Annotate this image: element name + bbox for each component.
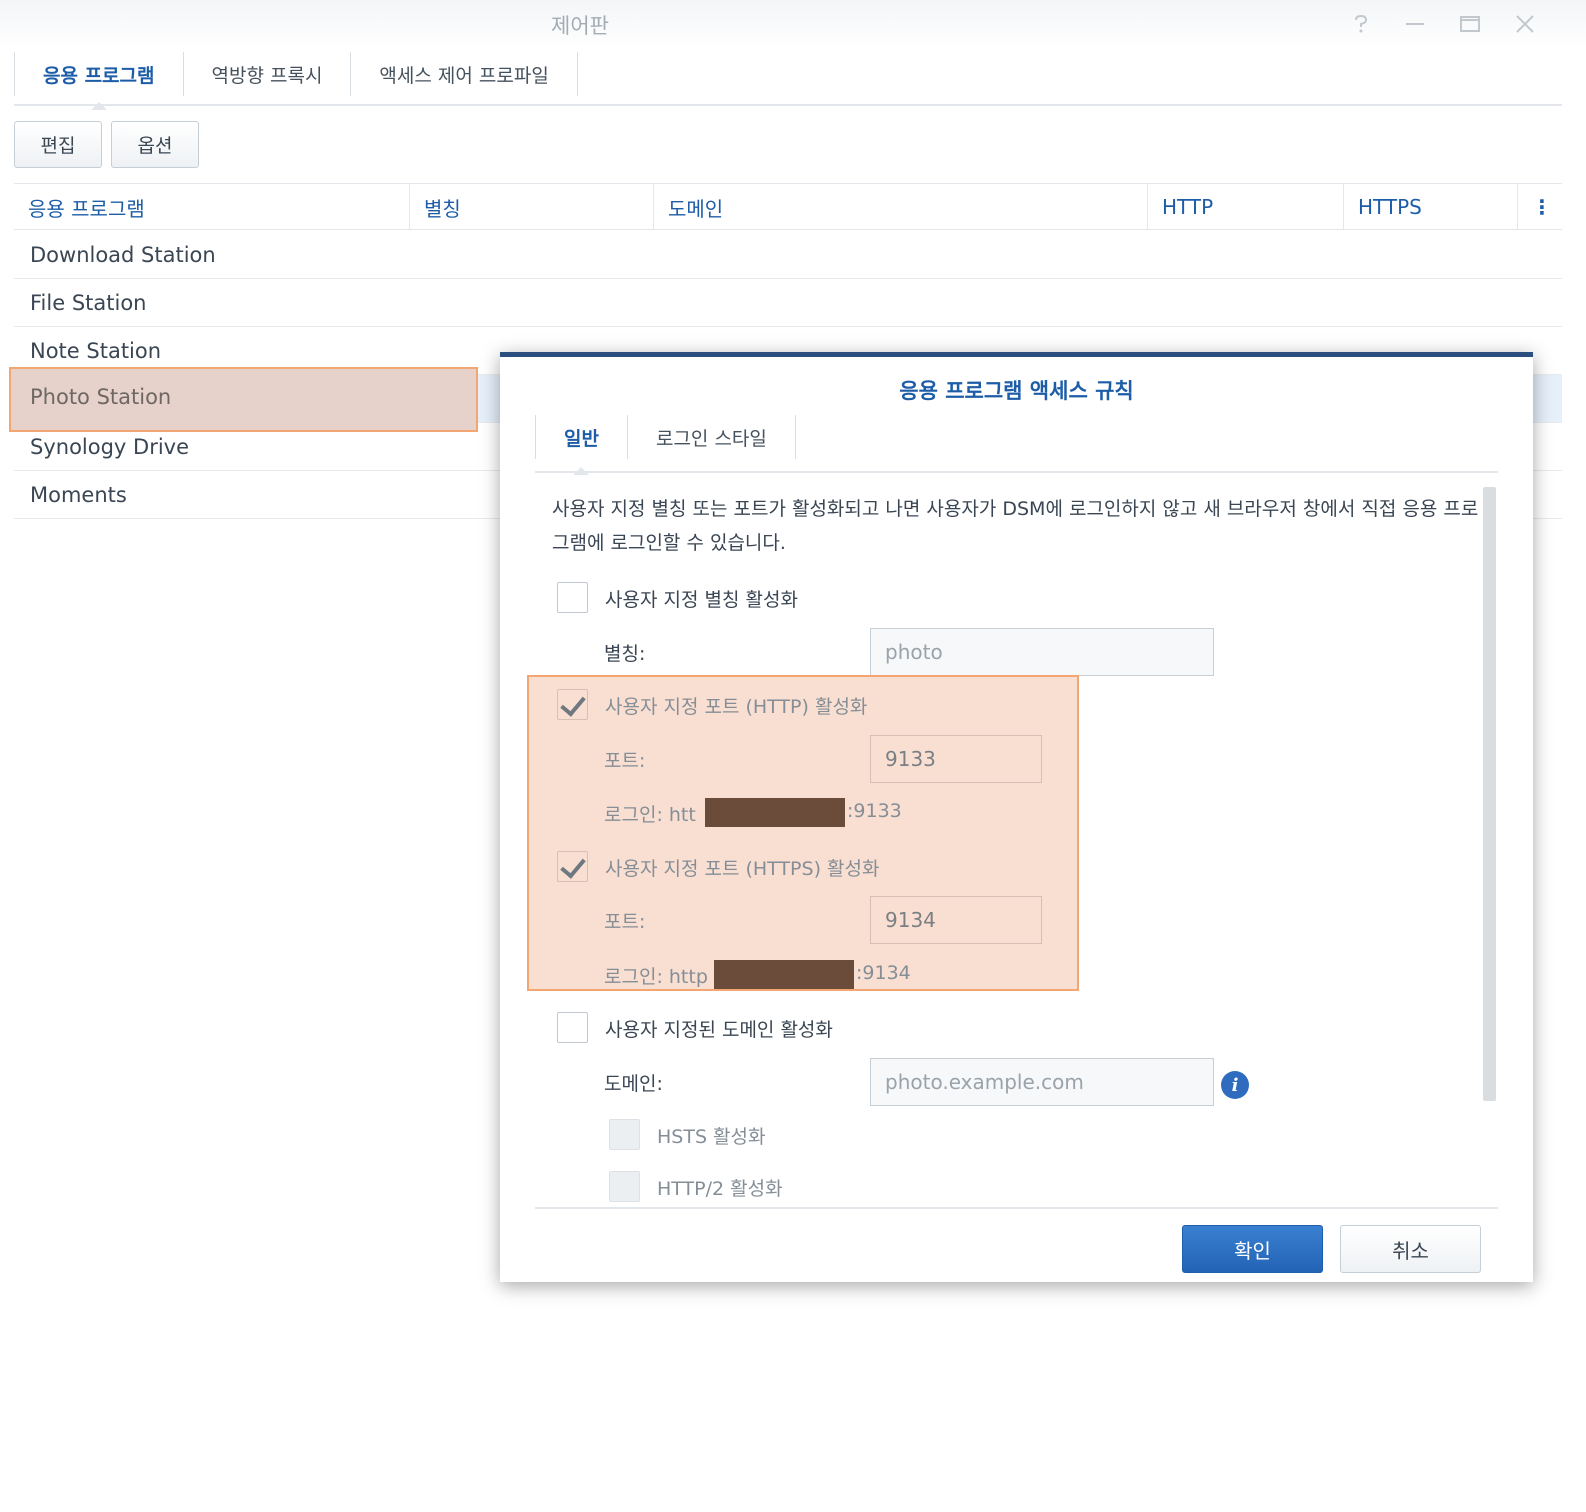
cancel-button[interactable]: 취소 xyxy=(1340,1225,1481,1273)
alias-checkbox-label: 사용자 지정 별칭 활성화 xyxy=(605,589,798,611)
column-menu-icon[interactable]: ⋮ xyxy=(1518,184,1562,230)
tab-applications[interactable]: 응용 프로그램 xyxy=(14,52,184,110)
dialog-title: 응용 프로그램 액세스 규칙 xyxy=(899,379,1134,403)
table-row-label: Photo Station xyxy=(30,385,172,409)
scrollbar[interactable] xyxy=(1483,487,1496,1101)
maximize-icon[interactable] xyxy=(1453,8,1487,40)
http-login-prefix: 로그인: htt xyxy=(604,804,696,826)
http-port-checkbox[interactable] xyxy=(557,689,588,720)
http-port-label: 포트: xyxy=(604,750,646,772)
main-tabs: 응용 프로그램 역방향 프록시 액세스 제어 프로파일 xyxy=(14,52,1562,110)
hsts-checkbox-label: HSTS 활성화 xyxy=(657,1126,766,1148)
https-login-prefix: 로그인: http xyxy=(604,966,708,988)
column-header-https[interactable]: HTTPS xyxy=(1344,184,1518,230)
photo-station-highlight[interactable]: Photo Station xyxy=(9,367,478,432)
http-login-suffix: :9133 xyxy=(847,800,902,822)
tab-login-style[interactable]: 로그인 스타일 xyxy=(628,415,796,459)
tab-general[interactable]: 일반 xyxy=(535,415,628,475)
column-header-application[interactable]: 응용 프로그램 xyxy=(14,184,410,230)
https-port-checkbox[interactable] xyxy=(557,851,588,882)
http2-checkbox[interactable] xyxy=(609,1171,640,1202)
redaction-block xyxy=(705,798,845,827)
table-header: 응용 프로그램 별칭 도메인 HTTP HTTPS ⋮ xyxy=(14,183,1562,230)
tab-reverse-proxy[interactable]: 역방향 프록시 xyxy=(184,52,352,96)
window-title: 제어판 xyxy=(551,14,609,38)
https-port-label: 포트: xyxy=(604,911,646,933)
ok-button[interactable]: 확인 xyxy=(1182,1225,1323,1273)
http2-checkbox-label: HTTP/2 활성화 xyxy=(657,1178,783,1200)
table-row[interactable]: File Station xyxy=(14,279,1562,327)
table-row[interactable]: Download Station xyxy=(14,231,1562,279)
redaction-block xyxy=(714,960,854,989)
https-login-suffix: :9134 xyxy=(856,962,911,984)
question-icon[interactable] xyxy=(1344,8,1378,40)
info-icon[interactable]: i xyxy=(1221,1071,1249,1099)
alias-input[interactable]: photo xyxy=(870,628,1214,676)
domain-checkbox[interactable] xyxy=(557,1012,588,1043)
domain-field-label: 도메인: xyxy=(604,1073,663,1095)
window-titlebar: 제어판 xyxy=(0,0,1586,48)
dialog-description: 사용자 지정 별칭 또는 포트가 활성화되고 나면 사용자가 DSM에 로그인하… xyxy=(552,498,1479,554)
tab-access-control-profile[interactable]: 액세스 제어 프로파일 xyxy=(351,52,578,96)
edit-button[interactable]: 편집 xyxy=(14,121,102,168)
domain-checkbox-label: 사용자 지정된 도메인 활성화 xyxy=(605,1019,833,1041)
alias-checkbox[interactable] xyxy=(557,582,588,613)
close-icon[interactable] xyxy=(1508,8,1542,40)
hsts-checkbox[interactable] xyxy=(609,1119,640,1150)
domain-input[interactable]: photo.example.com xyxy=(870,1058,1214,1106)
access-rule-dialog: 응용 프로그램 액세스 규칙 일반 로그인 스타일 사용자 지정 별칭 또는 포… xyxy=(500,352,1533,1282)
column-header-domain[interactable]: 도메인 xyxy=(654,184,1148,230)
dialog-footer-divider xyxy=(535,1207,1498,1209)
alias-field-label: 별칭: xyxy=(604,643,646,665)
column-header-http[interactable]: HTTP xyxy=(1148,184,1344,230)
http-port-checkbox-label: 사용자 지정 포트 (HTTP) 활성화 xyxy=(605,696,868,718)
http-port-input[interactable]: 9133 xyxy=(870,735,1042,783)
options-button[interactable]: 옵션 xyxy=(111,121,199,168)
minimize-icon[interactable] xyxy=(1398,8,1432,40)
dialog-tabs: 일반 로그인 스타일 xyxy=(535,415,1498,475)
https-port-checkbox-label: 사용자 지정 포트 (HTTPS) 활성화 xyxy=(605,858,880,880)
https-port-input[interactable]: 9134 xyxy=(870,896,1042,944)
column-header-alias[interactable]: 별칭 xyxy=(410,184,654,230)
